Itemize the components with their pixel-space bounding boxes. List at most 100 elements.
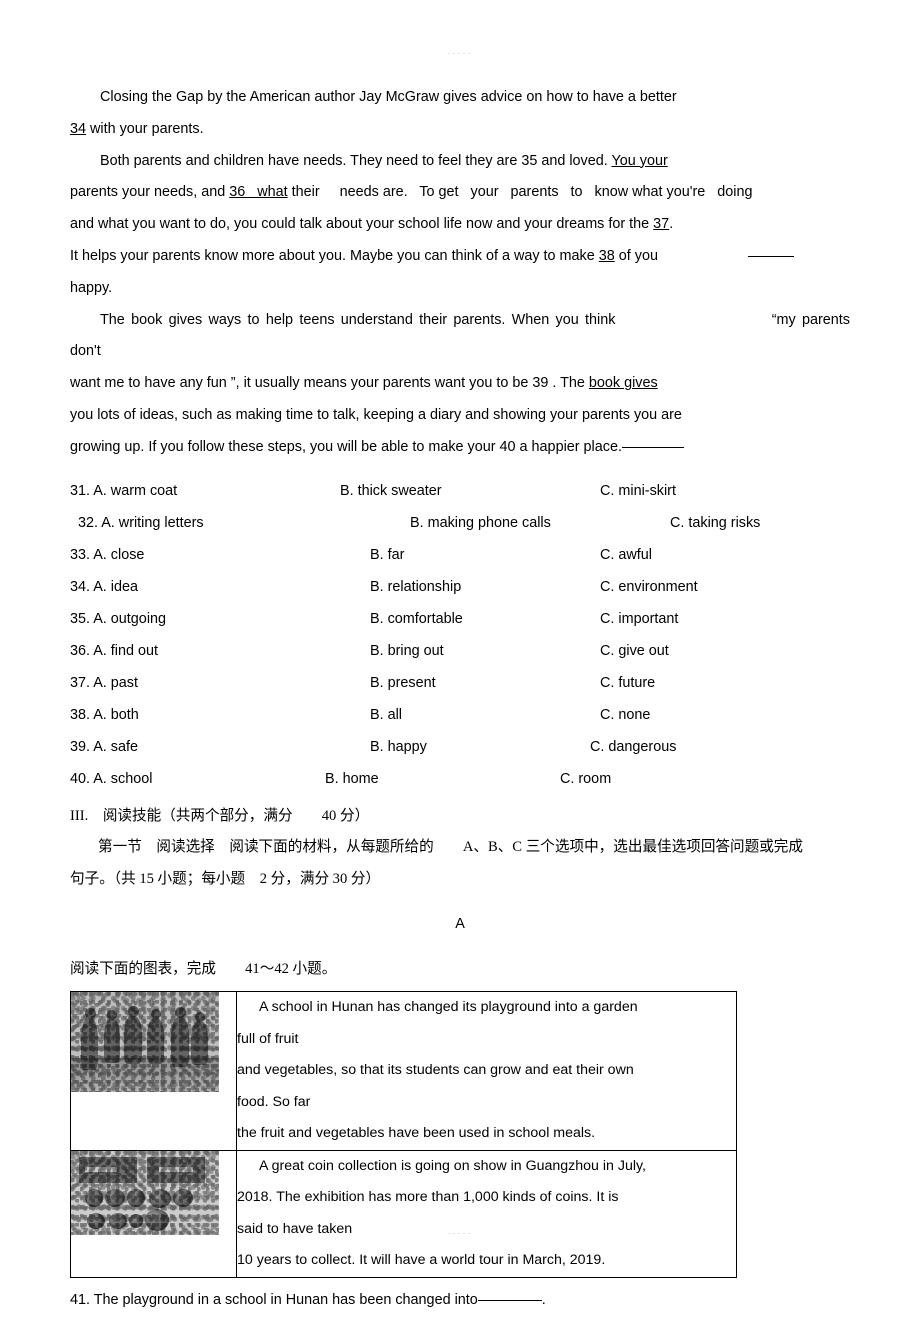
passage-text: Both parents and children have needs. Th… — [100, 152, 608, 169]
passage-text: parents your needs, and — [70, 184, 226, 201]
material-text-line: food. So far — [237, 1093, 311, 1110]
passage-text: The book gives ways to help teens unders… — [100, 311, 616, 328]
option-choice-a[interactable]: 39. A. safe — [70, 731, 138, 763]
stray-underline-2 — [621, 446, 684, 448]
option-row: 39. A. safe B. happy C. dangerous — [70, 731, 850, 763]
option-choice-a[interactable]: 32. A. writing letters — [78, 507, 204, 539]
option-choice-a[interactable]: 36. A. find out — [70, 635, 158, 667]
passage-line-10: you lots of ideas, such as making time t… — [70, 400, 850, 432]
option-choice-c[interactable]: C. room — [560, 763, 611, 795]
underlined-you-your: You your — [611, 152, 668, 169]
question-41: 41. The playground in a school in Hunan … — [70, 1285, 850, 1315]
material-text-line: and vegetables, so that its students can… — [237, 1062, 634, 1079]
passage-text: you lots of ideas, such as making time t… — [70, 406, 682, 423]
option-choice-b[interactable]: B. all — [370, 699, 402, 731]
coin-collection-photo — [71, 1150, 219, 1235]
passage-text: It helps your parents know more about yo… — [70, 247, 595, 264]
material-instruction: 阅读下面的图表，完成 41～42 小题。 — [70, 960, 337, 977]
passage-line-7: happy. — [70, 273, 850, 305]
question-41-answer-blank[interactable] — [477, 1299, 542, 1301]
option-row: 31. A. warm coat B. thick sweater C. mini-… — [70, 475, 850, 507]
part-label-A: A — [455, 916, 465, 933]
option-choice-c[interactable]: C. future — [600, 667, 655, 699]
option-choice-c[interactable]: C. give out — [600, 635, 669, 667]
passage-text: growing up. If you follow these steps, y… — [70, 438, 622, 455]
section-subheading-line-2: 句子。（共 15 小题；每小题 2 分，满分 30 分） — [70, 870, 381, 887]
option-choice-c[interactable]: C. mini-skirt — [600, 475, 676, 507]
material-text-line: full of fruit — [237, 1030, 299, 1047]
passage-line-2: 34 with your parents. — [70, 114, 850, 146]
option-choice-c[interactable]: C. dangerous — [590, 731, 676, 763]
option-choice-b[interactable]: B. far — [370, 539, 404, 571]
option-choice-a[interactable]: 35. A. outgoing — [70, 603, 166, 635]
passage-line-1: Closing the Gap by the American author J… — [70, 82, 850, 114]
passage-line-4: parents your needs, and 36 what their ne… — [70, 177, 850, 209]
cloze-passage: Closing the Gap by the American author J… — [70, 82, 850, 464]
option-row: 36. A. find out B. bring out C. give out — [70, 635, 850, 667]
option-choice-b[interactable]: B. home — [325, 763, 379, 795]
students-in-garden-photo — [71, 992, 219, 1093]
option-choice-a[interactable]: 37. A. past — [70, 667, 138, 699]
material-row-2-text: A great coin collection is going on show… — [237, 1151, 736, 1277]
option-choice-b[interactable]: B. thick sweater — [340, 475, 442, 507]
page-top-mark: ····· — [447, 48, 473, 58]
material-row-1-text: A school in Hunan has changed its playgr… — [237, 992, 736, 1150]
page-bottom-mark: ····· — [447, 1228, 473, 1238]
reading-section-header: III. 阅读技能（共两个部分，满分 40 分） 第一节 阅读选择 阅读下面的材… — [70, 801, 850, 986]
blank-37[interactable]: 37 — [653, 216, 669, 232]
table-row: A school in Hunan has changed its playgr… — [70, 991, 737, 1151]
passage-line-8: The book gives ways to help teens unders… — [70, 305, 850, 369]
options-list: 31. A. warm coat B. thick sweater C. mini-… — [70, 475, 850, 795]
coins-text-cell: A great coin collection is going on show… — [236, 1149, 737, 1278]
question-41-text: 41. The playground in a school in Hunan … — [70, 1291, 478, 1308]
passage-text: their needs are. To get your parents to … — [291, 184, 753, 201]
option-row: 40. A. school B. home C. room — [70, 763, 850, 795]
section-subheading-line-1: 第一节 阅读选择 阅读下面的材料，从每题所给的 A、B、C 三个选项中，选出最佳… — [98, 839, 803, 856]
blank-38[interactable]: 38 — [599, 248, 615, 264]
passage-text: and what you want to do, you could talk … — [70, 216, 650, 233]
material-text-line: A school in Hunan has changed its playgr… — [259, 999, 638, 1016]
blank-34[interactable]: 34 — [70, 121, 86, 137]
option-choice-b[interactable]: B. happy — [370, 731, 427, 763]
passage-text: want me to have any fun ”, it usually me… — [70, 375, 585, 392]
passage-line-3: Both parents and children have needs. Th… — [70, 146, 850, 178]
garden-photo-cell — [70, 991, 237, 1151]
question-41-period: . — [541, 1291, 546, 1308]
passage-line-11: growing up. If you follow these steps, y… — [70, 432, 850, 464]
material-text-line: the fruit and vegetables have been used … — [237, 1125, 596, 1142]
option-choice-a[interactable]: 33. A. close — [70, 539, 144, 571]
option-choice-a[interactable]: 34. A. idea — [70, 571, 138, 603]
passage-text: of you — [618, 247, 658, 264]
passage-text: happy. — [70, 279, 113, 296]
option-choice-a[interactable]: 38. A. both — [70, 699, 139, 731]
material-text-line: 2018. The exhibition has more than 1,000… — [237, 1189, 619, 1206]
garden-text-cell: A school in Hunan has changed its playgr… — [236, 991, 737, 1151]
option-choice-b[interactable]: B. comfortable — [370, 603, 463, 635]
option-row: 32. A. writing letters B. making phone ca… — [70, 507, 850, 539]
document-page: ····· Closing the Gap by the American au… — [0, 0, 920, 1308]
passage-text: with your parents. — [90, 120, 204, 137]
option-choice-a[interactable]: 31. A. warm coat — [70, 475, 177, 507]
option-choice-b[interactable]: B. relationship — [370, 571, 461, 603]
option-choice-c[interactable]: C. important — [600, 603, 678, 635]
blank-36[interactable]: 36 what — [229, 184, 287, 200]
section-heading: III. 阅读技能（共两个部分，满分 40 分） — [70, 807, 370, 824]
option-row: 33. A. close B. far C. awful — [70, 539, 850, 571]
option-choice-c[interactable]: C. awful — [600, 539, 652, 571]
passage-text: Closing the Gap by the American author J… — [100, 89, 677, 105]
option-choice-c[interactable]: C. none — [600, 699, 650, 731]
passage-line-5: and what you want to do, you could talk … — [70, 209, 850, 241]
material-text-line: 10 years to collect. It will have a worl… — [237, 1252, 606, 1269]
option-choice-a[interactable]: 40. A. school — [70, 763, 152, 795]
option-choice-b[interactable]: B. present — [370, 667, 436, 699]
option-choice-c[interactable]: C. environment — [600, 571, 698, 603]
material-text-line: A great coin collection is going on show… — [259, 1157, 646, 1174]
option-choice-b[interactable]: B. bring out — [370, 635, 444, 667]
option-row: 37. A. past B. present C. future — [70, 667, 850, 699]
document-body: Closing the Gap by the American author J… — [70, 82, 850, 1329]
option-choice-c[interactable]: C. taking risks — [670, 507, 760, 539]
option-row: 35. A. outgoing B. comfortable C. importan… — [70, 603, 850, 635]
passage-line-6: It helps your parents know more about yo… — [70, 241, 850, 273]
option-row: 38. A. both B. all C. none — [70, 699, 850, 731]
option-choice-b[interactable]: B. making phone calls — [410, 507, 551, 539]
